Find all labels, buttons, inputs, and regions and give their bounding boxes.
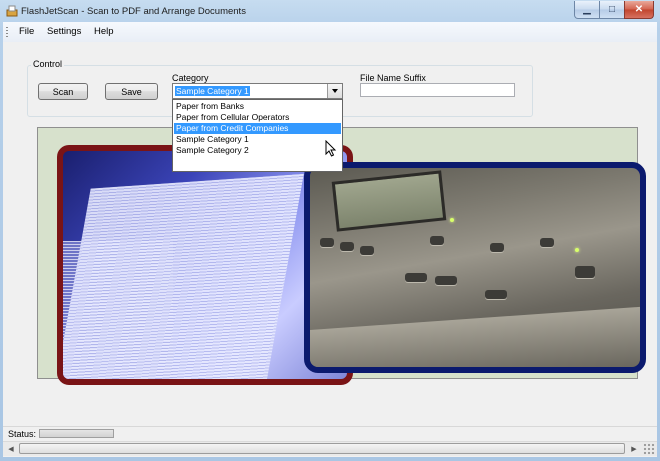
dropdown-option[interactable]: Sample Category 2 — [174, 145, 341, 156]
dropdown-option[interactable]: Paper from Cellular Operators — [174, 112, 341, 123]
scrollbar-thumb[interactable] — [19, 443, 625, 454]
maximize-icon: □ — [608, 4, 616, 15]
close-button[interactable]: ✕ — [624, 1, 654, 19]
scanner-panel-image — [304, 162, 646, 373]
panel-button-graphic — [575, 266, 595, 278]
category-selected-value: Sample Category 1 — [174, 85, 251, 97]
status-strip: Status: — [3, 426, 657, 441]
title-bar[interactable]: FlashJetScan - Scan to PDF and Arrange D… — [0, 0, 660, 22]
panel-button-graphic — [405, 273, 427, 282]
category-dropdown-list[interactable]: Paper from Banks Paper from Cellular Ope… — [172, 99, 343, 172]
minimize-button[interactable]: ▁ — [574, 1, 600, 19]
menu-bar: File Settings Help — [3, 22, 657, 42]
status-progress-bar — [39, 429, 114, 438]
horizontal-scrollbar[interactable]: ◀ ▶ — [3, 441, 657, 456]
panel-button-graphic — [540, 238, 554, 247]
file-name-suffix-input[interactable] — [360, 83, 515, 97]
app-window: FlashJetScan - Scan to PDF and Arrange D… — [0, 0, 660, 461]
chevron-down-icon — [332, 89, 338, 93]
close-icon: ✕ — [634, 4, 644, 15]
client-area: File Settings Help Control Scan Save Cat… — [3, 22, 657, 457]
menu-settings[interactable]: Settings — [44, 26, 84, 37]
dropdown-option[interactable]: Paper from Banks — [174, 101, 341, 112]
scanner-lcd-graphic — [331, 170, 447, 232]
save-button[interactable]: Save — [105, 83, 158, 100]
status-label: Status: — [8, 429, 37, 439]
category-label: Category — [172, 73, 209, 83]
window-title: FlashJetScan - Scan to PDF and Arrange D… — [21, 6, 246, 17]
panel-button-graphic — [435, 276, 457, 285]
file-name-suffix-label: File Name Suffix — [360, 73, 426, 83]
scanner-edge-graphic — [310, 306, 640, 367]
dropdown-button[interactable] — [327, 84, 342, 98]
scroll-right-icon[interactable]: ▶ — [627, 443, 641, 455]
panel-button-graphic — [490, 243, 504, 252]
scroll-left-icon[interactable]: ◀ — [4, 443, 18, 455]
dropdown-option-highlighted[interactable]: Paper from Credit Companies — [174, 123, 341, 134]
led-icon — [450, 218, 454, 222]
panel-button-graphic — [320, 238, 334, 247]
panel-button-graphic — [360, 246, 374, 255]
menu-grip — [6, 27, 8, 38]
panel-button-graphic — [340, 242, 354, 251]
led-icon — [575, 248, 579, 252]
mouse-cursor-icon — [325, 140, 337, 157]
app-icon — [6, 5, 18, 17]
maximize-button[interactable]: □ — [599, 1, 625, 19]
category-combobox[interactable]: Sample Category 1 — [172, 83, 343, 99]
dropdown-option[interactable]: Sample Category 1 — [174, 134, 341, 145]
paper-sheet-graphic — [63, 173, 304, 379]
panel-button-graphic — [485, 290, 507, 299]
minimize-icon: ▁ — [583, 4, 591, 15]
control-group-label: Control — [31, 59, 65, 69]
menu-file[interactable]: File — [16, 26, 37, 37]
panel-button-graphic — [430, 236, 444, 245]
resize-grip-icon[interactable] — [643, 443, 655, 455]
scan-button[interactable]: Scan — [38, 83, 88, 100]
menu-help[interactable]: Help — [91, 26, 117, 37]
